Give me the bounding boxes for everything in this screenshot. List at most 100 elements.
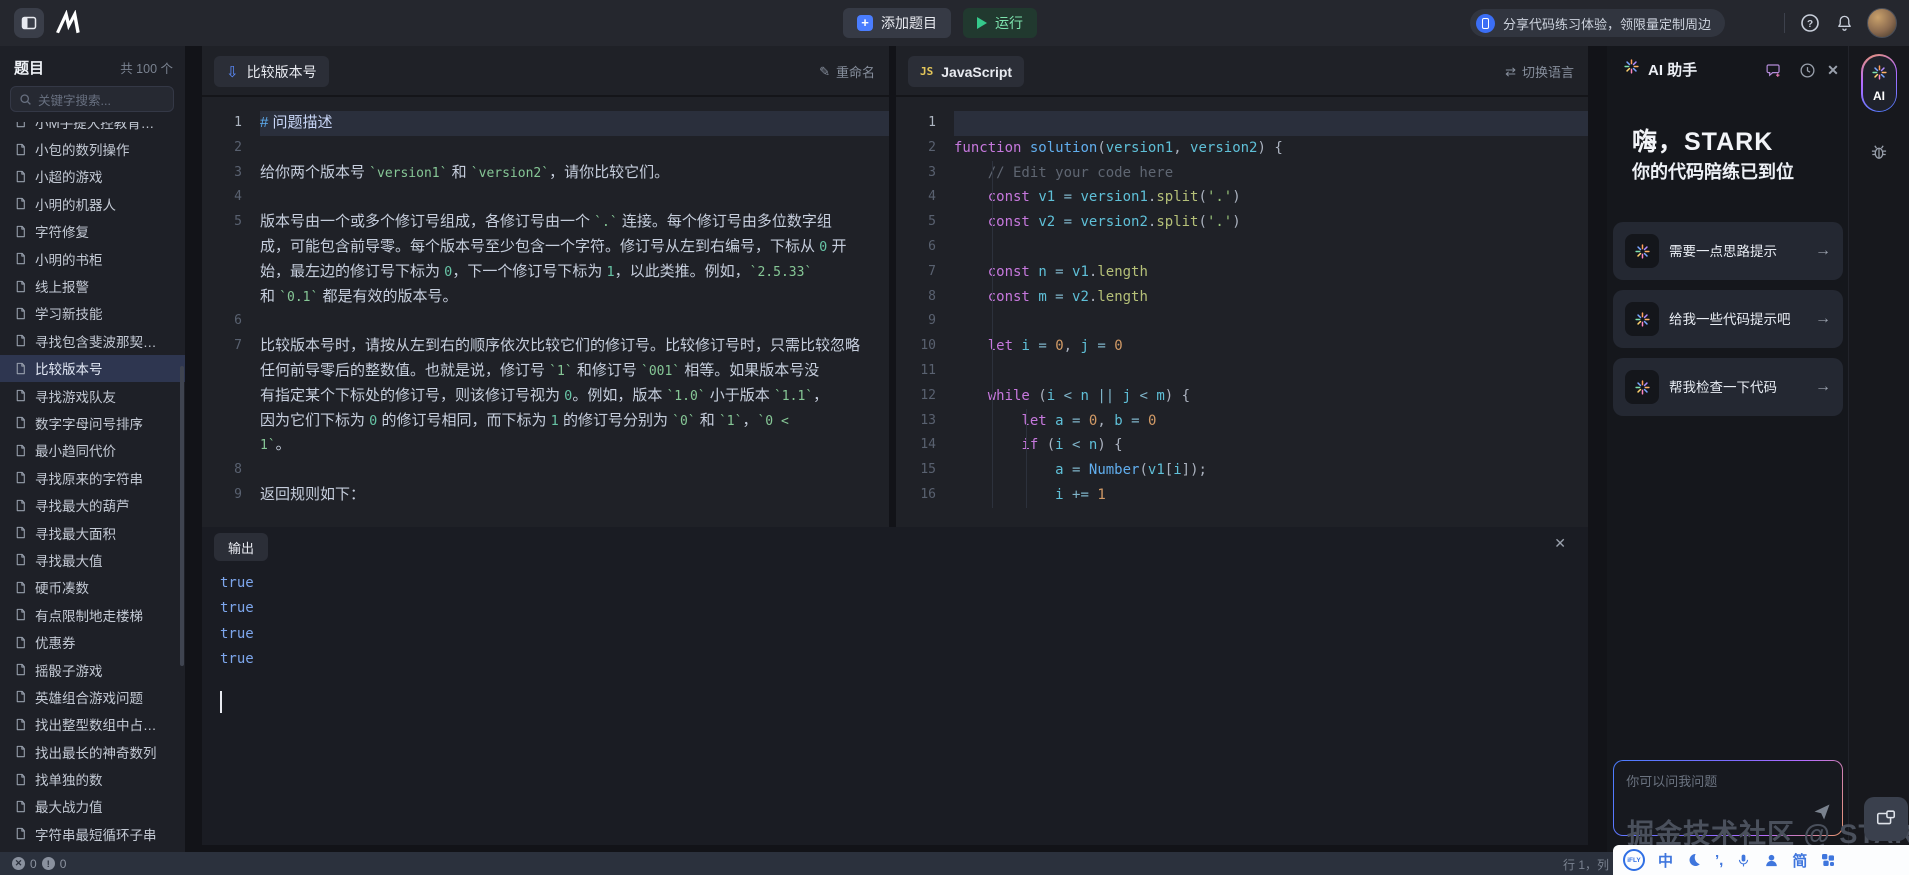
sidebar-item[interactable]: 学习新技能 xyxy=(0,300,185,327)
line-number xyxy=(202,359,242,384)
sidebar-item[interactable]: 小包的数列操作 xyxy=(0,135,185,162)
sidebar-item[interactable]: 小M手提大控教育… xyxy=(0,122,185,135)
moon-icon[interactable] xyxy=(1686,852,1702,868)
code-panel: JS JavaScript ⇄ 切换语言 1 2 function solution… xyxy=(896,46,1588,527)
notifications-button[interactable] xyxy=(1831,10,1857,36)
sidebar-item[interactable]: 优惠券 xyxy=(0,628,185,655)
ai-toggle-button[interactable]: line{stroke-width:2.1;stroke-linecap:rou… xyxy=(1861,54,1897,112)
sidebar-item[interactable]: 小明的机器人 xyxy=(0,190,185,217)
run-button[interactable]: 运行 xyxy=(963,8,1037,38)
ifly-badge[interactable]: iFLY xyxy=(1623,849,1645,871)
sidebar-item[interactable]: 有点限制地走楼梯 xyxy=(0,601,185,628)
ai-close-button[interactable]: ✕ xyxy=(1822,59,1844,81)
line-number: 3 xyxy=(234,164,242,180)
sidebar-item[interactable]: 字符修复 xyxy=(0,218,185,245)
sidebar-title: 题目 xyxy=(14,60,45,77)
history-button[interactable] xyxy=(1796,59,1818,81)
sidebar-item[interactable]: 寻找原来的字符串 xyxy=(0,464,185,491)
sidebar-item[interactable]: 小明的书柜 xyxy=(0,245,185,272)
sidebar-item[interactable]: 硬币凑数 xyxy=(0,574,185,601)
search-input[interactable]: 关键字搜索... xyxy=(10,86,174,112)
debug-button[interactable] xyxy=(1869,142,1889,167)
sidebar-item[interactable]: 寻找游戏队友 xyxy=(0,382,185,409)
sidebar-item[interactable]: 英雄组合游戏问题 xyxy=(0,683,185,710)
search-placeholder: 关键字搜索... xyxy=(38,93,111,108)
language-tab[interactable]: JS JavaScript xyxy=(908,56,1025,87)
line-number: 1 xyxy=(928,115,936,130)
language-tab-label: JavaScript xyxy=(941,63,1013,80)
problem-editor[interactable]: 1 # 问题描述 2 3 给你两个版本号 `version1` 和 `version2`… xyxy=(202,99,889,527)
sidebar-item[interactable]: 寻找最大的葫芦 xyxy=(0,491,185,518)
play-icon xyxy=(977,17,987,29)
ai-suggestion-card[interactable]: line{stroke-width:2.1;stroke-linecap:rou… xyxy=(1613,222,1843,280)
user-icon[interactable] xyxy=(1764,853,1779,868)
line-number: 6 xyxy=(234,313,242,329)
search-icon xyxy=(20,93,31,105)
sidebar-item[interactable]: 字符串最短循环子串 xyxy=(0,820,185,847)
editor-line: 8 xyxy=(202,458,889,483)
sidebar-item[interactable]: 摇骰子游戏 xyxy=(0,656,185,683)
help-button[interactable]: ? xyxy=(1797,10,1823,36)
sidebar-item[interactable]: 寻找最大值 xyxy=(0,546,185,573)
user-avatar[interactable] xyxy=(1867,8,1897,38)
mic-icon[interactable] xyxy=(1736,853,1751,868)
sidebar-item[interactable]: 找出整型数组中占… xyxy=(0,711,185,738)
suggestion-label: 需要一点思路提示 xyxy=(1669,243,1777,259)
problem-tab[interactable]: ⇩ 比较版本号 xyxy=(214,56,329,87)
sidebar-toggle-button[interactable] xyxy=(14,8,44,38)
file-icon xyxy=(16,252,25,265)
add-question-button[interactable]: + 添加题目 xyxy=(843,8,951,38)
sidebar-item-label: 寻找包含斐波那契… xyxy=(35,334,157,350)
line-number: 1 xyxy=(234,115,242,130)
output-line: true xyxy=(220,575,254,591)
ai-suggestion-card[interactable]: line{stroke-width:2.1;stroke-linecap:rou… xyxy=(1613,290,1843,348)
logo-icon xyxy=(56,10,80,34)
sidebar-item[interactable]: 线上报警 xyxy=(0,272,185,299)
ime-mode-chinese[interactable]: 中 xyxy=(1658,850,1673,871)
output-console[interactable]: true true true true xyxy=(220,571,254,673)
problem-panel: ⇩ 比较版本号 ✎ 重命名 1 # 问题描述 2 3 给你两个版本号 `version1… xyxy=(202,46,889,527)
line-number: 14 xyxy=(920,437,936,453)
rename-button[interactable]: ✎ 重命名 xyxy=(819,62,875,81)
switch-language-button[interactable]: ⇄ 切换语言 xyxy=(1505,62,1574,81)
line-number: 11 xyxy=(920,362,936,378)
code-editor[interactable]: 1 2 function solution(version1, version2) … xyxy=(896,99,1588,527)
grid-icon[interactable] xyxy=(1820,852,1836,868)
mini-window-button[interactable] xyxy=(1864,797,1908,841)
output-close-icon[interactable]: ✕ xyxy=(1554,535,1566,552)
sidebar-item[interactable]: 最小趋同代价 xyxy=(0,437,185,464)
suggestion-sparkle-icon: line{stroke-width:2.1;stroke-linecap:rou… xyxy=(1625,234,1659,268)
sidebar-item[interactable]: 找出最长的神奇数列 xyxy=(0,738,185,765)
sidebar-item[interactable]: 小超的游戏 xyxy=(0,163,185,190)
file-icon xyxy=(16,691,25,703)
sidebar-item-label: 数字字母问号排序 xyxy=(35,416,143,432)
sidebar-item[interactable]: 数字字母问号排序 xyxy=(0,409,185,436)
output-tab[interactable]: 输出 xyxy=(214,533,269,561)
line-number: 7 xyxy=(928,263,936,279)
output-panel: 输出 ✕ true true true true xyxy=(202,527,1588,845)
arrow-right-icon: → xyxy=(1815,242,1831,259)
ai-suggestion-card[interactable]: line{stroke-width:2.1;stroke-linecap:rou… xyxy=(1613,358,1843,416)
sidebar-item[interactable]: 寻找最大面积 xyxy=(0,519,185,546)
chat-placeholder: 你可以问我问题 xyxy=(1626,774,1718,790)
app-logo[interactable] xyxy=(54,9,94,37)
sidebar-scrollbar[interactable] xyxy=(180,366,184,666)
output-line: true xyxy=(220,651,254,668)
punctuation-icon[interactable]: ’, xyxy=(1715,852,1723,869)
sidebar-item-label: 寻找最大面积 xyxy=(35,526,116,542)
line-number: 4 xyxy=(928,189,936,205)
promo-banner[interactable]: 分享代码练习体验，领限量定制周边 xyxy=(1470,9,1726,37)
caret-position: 行 1，列 xyxy=(1563,858,1610,872)
line-number: 5 xyxy=(928,214,936,230)
problem-header: ⇩ 比较版本号 ✎ 重命名 xyxy=(202,46,889,97)
editor-line: 8 const m = v2.length xyxy=(896,285,1588,310)
sidebar-item[interactable]: 找单独的数 xyxy=(0,765,185,792)
line-number: 5 xyxy=(234,214,242,230)
new-chat-button[interactable] xyxy=(1762,59,1784,81)
banner-icon xyxy=(1476,13,1495,33)
file-icon xyxy=(16,581,25,594)
sidebar-item-selected[interactable]: 比较版本号 xyxy=(0,354,185,382)
sidebar-item[interactable]: 寻找包含斐波那契… xyxy=(0,327,185,354)
sidebar-item[interactable]: 最大战力值 xyxy=(0,793,185,820)
ime-simplified[interactable]: 简 xyxy=(1792,850,1807,871)
